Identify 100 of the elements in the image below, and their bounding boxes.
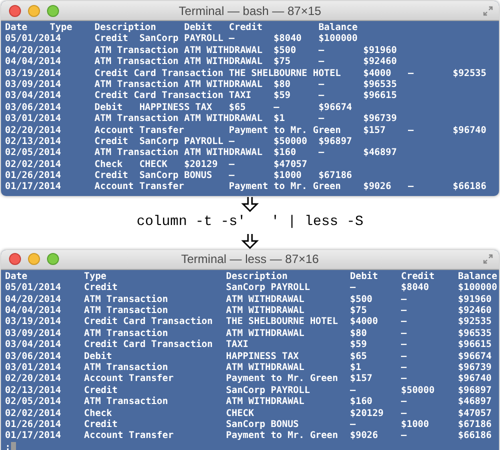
- table-cell: –: [401, 305, 407, 316]
- terminal-line: 03/01/2014 ATM Transaction ATM WITHDRAWAL $1 – $96739: [5, 113, 397, 125]
- table-cell: ATM Transaction: [84, 328, 168, 340]
- column-header: Credit: [401, 270, 435, 282]
- table-cell: Payment to Mr. Green: [226, 373, 338, 385]
- terminal-line: 02/20/2014 Account Transfer Payment to Mr. Green $157 – $96740: [5, 124, 486, 136]
- table-cell: $59: [350, 339, 367, 351]
- table-cell: $50000: [401, 384, 435, 396]
- table-cell: Account Transfer: [84, 430, 174, 442]
- column-header: Type: [84, 270, 106, 282]
- table-cell: ATM Transaction: [84, 396, 168, 408]
- less-prompt: :: [5, 442, 11, 450]
- zoom-button[interactable]: [47, 253, 59, 266]
- table-cell: Credit Card Transaction: [84, 316, 213, 328]
- table-cell: 03/01/2014: [5, 362, 61, 374]
- table-cell: $96535: [458, 328, 492, 340]
- table-cell: –: [401, 316, 407, 328]
- table-cell: $47057: [458, 408, 492, 419]
- minimize-button[interactable]: [28, 4, 40, 16]
- table-cell: $91960: [458, 294, 492, 306]
- table-cell: $96739: [458, 362, 492, 374]
- table-cell: $160: [350, 396, 372, 408]
- table-cell: ATM Transaction: [84, 305, 168, 316]
- table-cell: $157: [350, 373, 372, 385]
- fullscreen-icon[interactable]: [483, 254, 493, 264]
- column-header: Balance: [458, 270, 498, 282]
- table-cell: ATM WITHDRAWAL: [226, 305, 304, 316]
- table-cell: 03/06/2014: [5, 350, 61, 362]
- table-cell: TAXI: [226, 339, 248, 351]
- table-cell: $9026: [350, 430, 378, 442]
- table-cell: $92460: [458, 305, 492, 316]
- table-cell: 03/04/2014: [5, 339, 61, 351]
- fullscreen-icon[interactable]: [483, 6, 493, 16]
- table-cell: ATM WITHDRAWAL: [226, 362, 304, 374]
- table-cell: Credit: [84, 418, 118, 430]
- table-cell: $65: [350, 350, 367, 362]
- table-cell: ATM WITHDRAWAL: [226, 294, 304, 306]
- table-cell: HAPPINESS TAX: [226, 350, 299, 362]
- table-cell: $96897: [458, 384, 492, 396]
- terminal-line: 02/02/2014 Check CHECK $20129 – $47057: [5, 158, 308, 170]
- terminal-line: 01/17/2014 Account Transfer Payment to Mr. Green $9026 – $66186: [5, 181, 486, 193]
- terminal-line: 04/04/2014 ATM Transaction ATM WITHDRAWAL $75 – $92460: [5, 56, 397, 68]
- terminal-line: Date Type Description Debit Credit Balance: [5, 22, 358, 34]
- table-cell: 04/04/2014: [5, 305, 61, 316]
- zoom-button[interactable]: [47, 4, 59, 16]
- table-cell: –: [350, 384, 356, 396]
- table-cell: 02/05/2014: [5, 396, 61, 408]
- window-title: Terminal — bash — 87×15: [178, 2, 322, 20]
- table-cell: $20129: [350, 408, 384, 419]
- table-cell: $96740: [458, 373, 492, 385]
- table-cell: ATM Transaction: [84, 362, 168, 374]
- table-cell: $1000: [401, 418, 429, 430]
- table-cell: 01/26/2014: [5, 418, 61, 430]
- table-cell: SanCorp PAYROLL: [226, 282, 310, 294]
- table-cell: SanCorp PAYROLL: [226, 384, 310, 396]
- terminal-line: 02/05/2014 ATM Transaction ATM WITHDRAWAL $160 – $46897: [5, 147, 397, 159]
- table-cell: $4000: [350, 316, 378, 328]
- table-cell: THE SHELBOURNE HOTEL: [226, 316, 338, 328]
- column-header: Debit: [350, 270, 378, 282]
- table-cell: 03/19/2014: [5, 316, 61, 328]
- table-cell: 02/13/2014: [5, 384, 61, 396]
- table-cell: $66186: [458, 430, 492, 442]
- table-cell: $67186: [458, 418, 492, 430]
- table-cell: –: [401, 339, 407, 351]
- table-cell: $80: [350, 328, 367, 340]
- table-cell: $8040: [401, 282, 429, 294]
- down-arrow-icon: [241, 196, 259, 212]
- table-cell: 03/09/2014: [5, 328, 61, 340]
- table-cell: $46897: [458, 396, 492, 408]
- table-cell: 02/20/2014: [5, 373, 61, 385]
- table-cell: Credit: [84, 282, 118, 294]
- close-button[interactable]: [9, 4, 21, 16]
- table-cell: Check: [84, 408, 112, 419]
- table-cell: $96615: [458, 339, 492, 351]
- table-cell: SanCorp BONUS: [226, 418, 299, 430]
- table-cell: ATM WITHDRAWAL: [226, 396, 304, 408]
- table-cell: –: [401, 408, 407, 419]
- cursor-block: [10, 442, 16, 450]
- table-cell: Credit: [84, 384, 118, 396]
- table-cell: 05/01/2014: [5, 282, 61, 294]
- table-cell: –: [401, 350, 407, 362]
- column-header: Date: [5, 270, 28, 282]
- table-cell: $75: [350, 305, 367, 316]
- table-cell: –: [401, 396, 407, 408]
- table-cell: Account Transfer: [84, 373, 174, 385]
- terminal-line: 03/09/2014 ATM Transaction ATM WITHDRAWAL $80 – $96535: [5, 78, 397, 90]
- table-cell: Payment to Mr. Green: [226, 430, 338, 442]
- close-button[interactable]: [9, 253, 21, 266]
- table-cell: 02/02/2014: [5, 408, 61, 419]
- table-cell: –: [401, 362, 407, 374]
- terminal-line: 04/20/2014 ATM Transaction ATM WITHDRAWAL $500 – $91960: [5, 44, 397, 56]
- table-cell: 01/17/2014: [5, 430, 61, 442]
- table-cell: –: [401, 430, 407, 442]
- table-cell: –: [401, 373, 407, 385]
- column-header: Description: [226, 270, 288, 282]
- terminal-line: 03/06/2014 Debit HAPPINESS TAX $65 – $96674: [5, 102, 352, 114]
- minimize-button[interactable]: [28, 253, 40, 266]
- table-cell: –: [401, 294, 407, 306]
- window-title: Terminal — less — 87×16: [181, 251, 319, 268]
- table-cell: $1: [350, 362, 362, 374]
